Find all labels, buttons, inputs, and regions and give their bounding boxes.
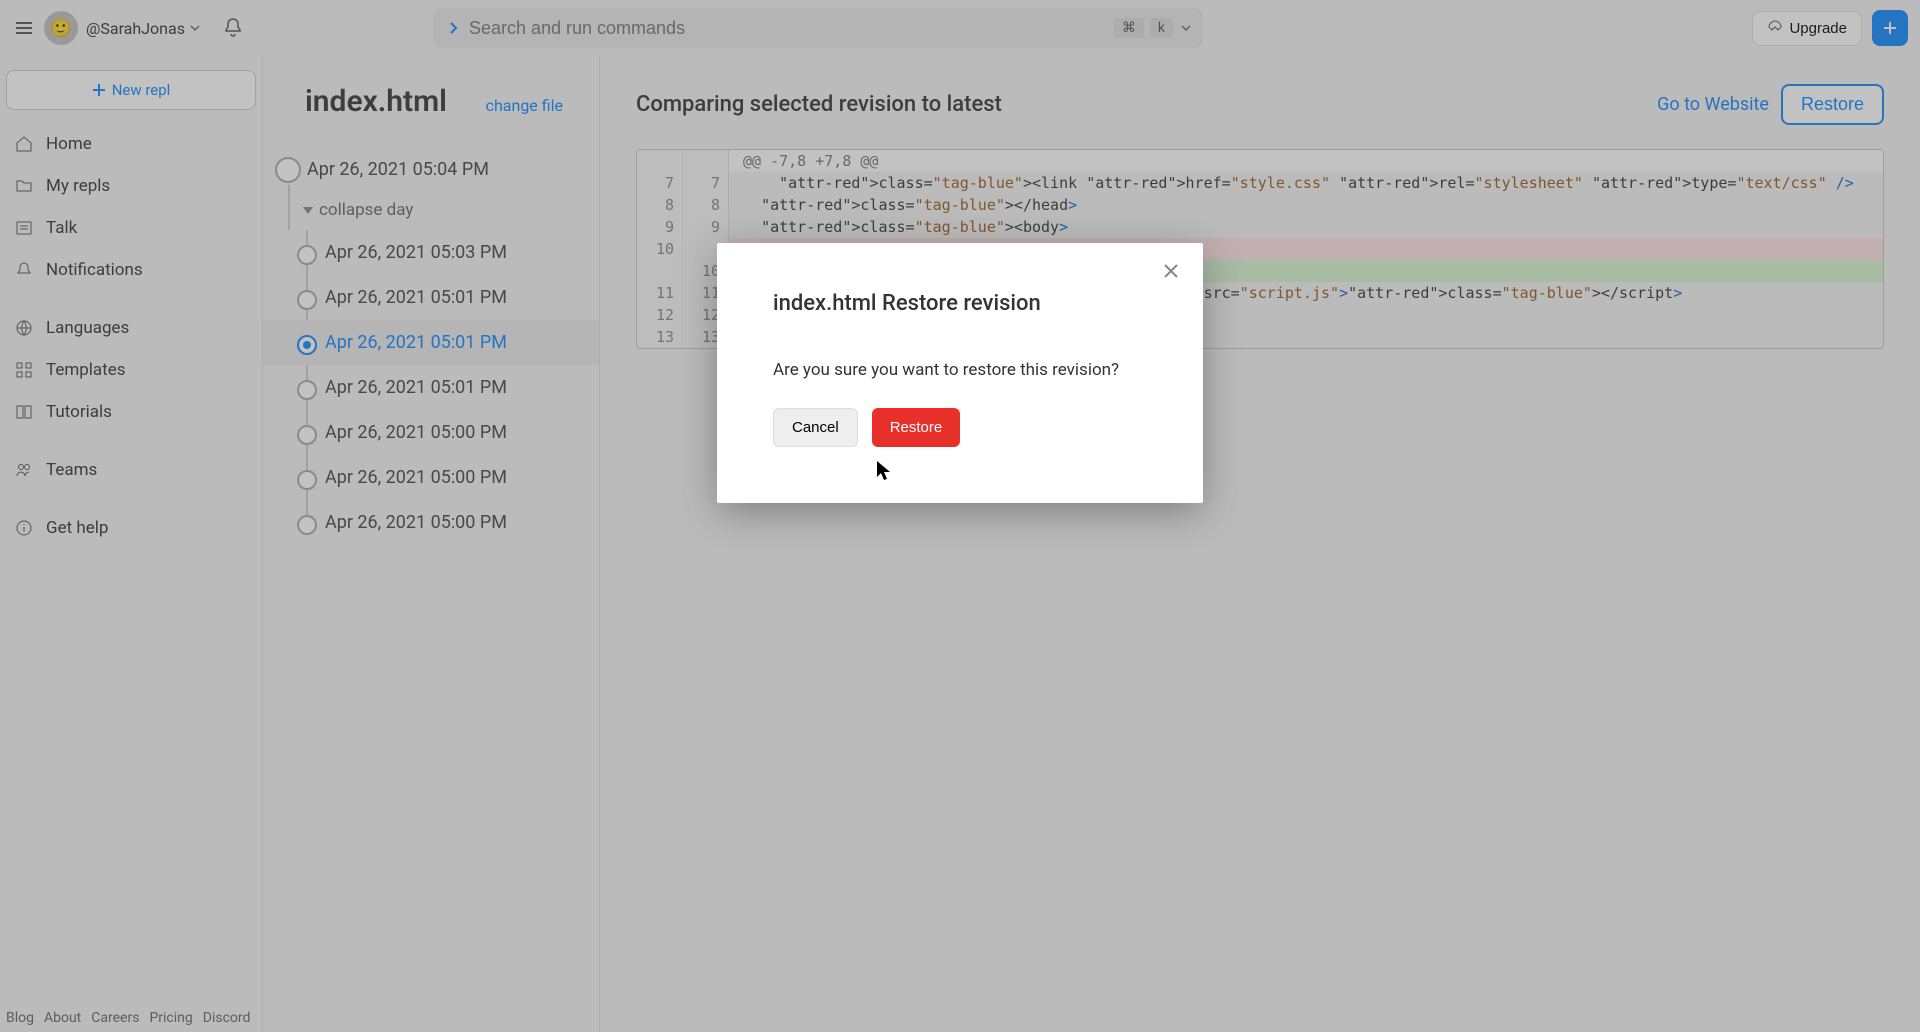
modal-restore-button[interactable]: Restore — [872, 408, 961, 447]
modal-buttons: Cancel Restore — [773, 408, 1147, 447]
modal-text: Are you sure you want to restore this re… — [773, 360, 1147, 380]
modal-overlay[interactable]: index.html Restore revision Are you sure… — [0, 0, 1920, 1032]
modal-title: index.html Restore revision — [773, 291, 1147, 316]
modal-cancel-button[interactable]: Cancel — [773, 408, 858, 447]
modal-close-button[interactable] — [1161, 261, 1181, 281]
close-icon — [1161, 261, 1181, 281]
restore-modal: index.html Restore revision Are you sure… — [717, 243, 1203, 503]
